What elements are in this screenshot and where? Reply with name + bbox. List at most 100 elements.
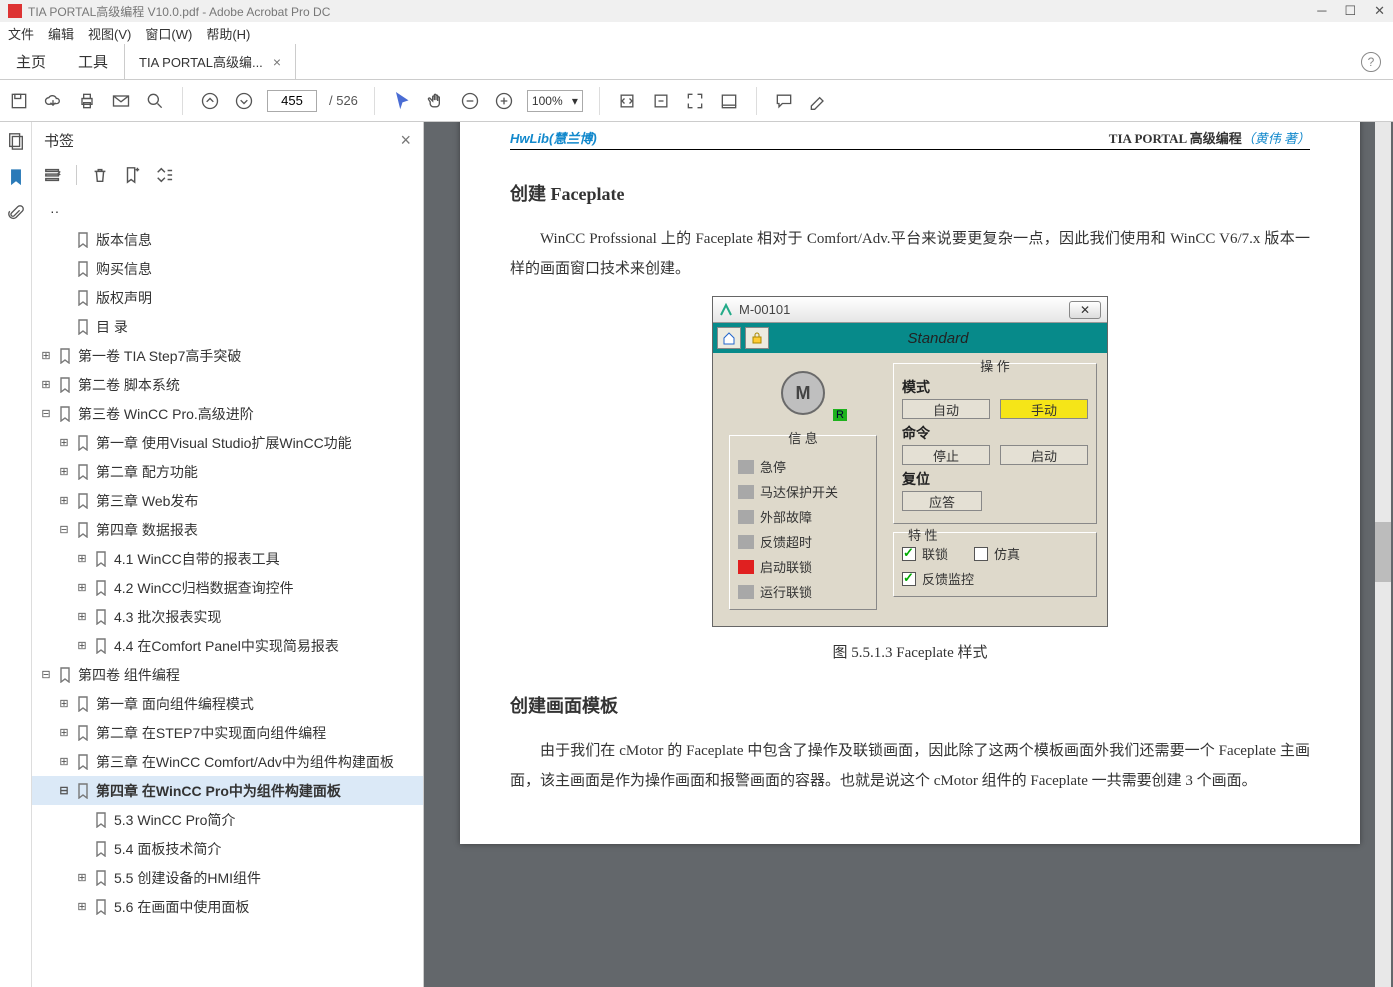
panel-close-icon[interactable]: × (400, 130, 411, 151)
delete-icon[interactable] (91, 166, 109, 184)
attachment-icon[interactable] (7, 204, 25, 222)
read-mode-icon[interactable] (718, 90, 740, 112)
bookmark-item[interactable]: ⊞第一章 面向组件编程模式 (32, 689, 423, 718)
mail-icon[interactable] (110, 90, 132, 112)
expander-icon[interactable]: ⊞ (58, 697, 70, 710)
fit-page-icon[interactable] (650, 90, 672, 112)
run-badge: R (833, 409, 847, 421)
window-titlebar: TIA PORTAL高级编程 V10.0.pdf - Adobe Acrobat… (0, 0, 1393, 22)
page-input[interactable] (267, 90, 317, 112)
zoom-out-icon[interactable] (459, 90, 481, 112)
bookmark-label: 第四章 数据报表 (96, 520, 198, 540)
expander-icon[interactable]: ⊞ (76, 871, 88, 884)
bookmark-item[interactable]: ⊞ 第一章 使用Visual Studio扩展WinCC功能 (32, 428, 423, 457)
minimize-button[interactable]: ─ (1317, 3, 1326, 19)
bookmark-dots[interactable]: ·· (32, 196, 423, 225)
thumbnails-icon[interactable] (7, 132, 25, 150)
document-view[interactable]: HwLib(慧兰博) TIA PORTAL 高级编程（黄伟 著） 创建 Face… (424, 122, 1393, 987)
expander-icon[interactable]: ⊞ (76, 900, 88, 913)
maximize-button[interactable]: ☐ (1344, 3, 1356, 19)
menu-view[interactable]: 视图(V) (88, 24, 131, 43)
page-header-left: HwLib(慧兰博) (510, 128, 597, 147)
fullscreen-icon[interactable] (684, 90, 706, 112)
bookmark-item[interactable]: 目 录 (32, 312, 423, 341)
pdf-page: HwLib(慧兰博) TIA PORTAL 高级编程（黄伟 著） 创建 Face… (460, 122, 1360, 844)
print-icon[interactable] (76, 90, 98, 112)
expander-icon[interactable]: ⊟ (40, 407, 52, 420)
menu-help[interactable]: 帮助(H) (206, 24, 250, 43)
options-icon[interactable] (44, 166, 62, 184)
expander-icon[interactable]: ⊞ (58, 436, 70, 449)
bookmark-label: 第二章 配方功能 (96, 462, 198, 482)
bookmark-item[interactable]: ⊞5.6 在画面中使用面板 (32, 892, 423, 921)
search-icon[interactable] (144, 90, 166, 112)
bookmark-item[interactable]: ⊟第三卷 WinCC Pro.高级进阶 (32, 399, 423, 428)
tab-tools[interactable]: 工具 (62, 44, 124, 79)
bookmark-item[interactable]: ⊟第四卷 组件编程 (32, 660, 423, 689)
expander-icon[interactable]: ⊞ (76, 639, 88, 652)
bookmark-item[interactable]: 购买信息 (32, 254, 423, 283)
expander-icon[interactable]: ⊞ (58, 465, 70, 478)
help-button[interactable]: ? (1361, 52, 1381, 72)
bookmark-item[interactable]: ⊞第一卷 TIA Step7高手突破 (32, 341, 423, 370)
highlight-icon[interactable] (807, 90, 829, 112)
menu-file[interactable]: 文件 (8, 24, 34, 43)
bookmark-label: 4.4 在Comfort Panel中实现简易报表 (114, 636, 339, 656)
expander-icon[interactable]: ⊟ (58, 784, 70, 797)
expand-icon[interactable] (155, 166, 173, 184)
comment-icon[interactable] (773, 90, 795, 112)
bookmark-ribbon-icon (76, 754, 90, 770)
page-down-icon[interactable] (233, 90, 255, 112)
save-icon[interactable] (8, 90, 30, 112)
bookmark-tree[interactable]: ·· 版本信息购买信息版权声明目 录⊞第一卷 TIA Step7高手突破⊞第二卷… (32, 192, 423, 987)
expander-icon[interactable]: ⊞ (58, 726, 70, 739)
bookmark-item[interactable]: ⊞4.1 WinCC自带的报表工具 (32, 544, 423, 573)
expander-icon[interactable]: ⊞ (40, 378, 52, 391)
bookmark-item[interactable]: ⊞4.3 批次报表实现 (32, 602, 423, 631)
hand-icon[interactable] (425, 90, 447, 112)
bookmark-item[interactable]: ⊞第三章 Web发布 (32, 486, 423, 515)
bookmark-item[interactable]: ⊞第二章 在STEP7中实现面向组件编程 (32, 718, 423, 747)
expander-icon[interactable]: ⊞ (40, 349, 52, 362)
expander-icon[interactable]: ⊞ (58, 494, 70, 507)
document-tabbar: 主页 工具 TIA PORTAL高级编... × ? (0, 44, 1393, 80)
bookmark-item[interactable]: ⊟第四章 在WinCC Pro中为组件构建面板 (32, 776, 423, 805)
menu-window[interactable]: 窗口(W) (145, 24, 192, 43)
app-icon (8, 4, 22, 18)
bookmark-label: 第一章 使用Visual Studio扩展WinCC功能 (96, 433, 352, 453)
expander-icon[interactable]: ⊞ (76, 610, 88, 623)
tab-close-icon[interactable]: × (273, 54, 281, 70)
bookmark-item[interactable]: ⊞ 4.4 在Comfort Panel中实现简易报表 (32, 631, 423, 660)
zoom-in-icon[interactable] (493, 90, 515, 112)
start-button: 启动 (1000, 445, 1088, 465)
expander-icon[interactable]: ⊞ (76, 581, 88, 594)
close-button[interactable]: ✕ (1374, 3, 1385, 19)
cloud-icon[interactable] (42, 90, 64, 112)
bookmark-item[interactable]: 5.4 面板技术简介 (32, 834, 423, 863)
pointer-icon[interactable] (391, 90, 413, 112)
bookmark-item[interactable]: ⊞第三章 在WinCC Comfort/Adv中为组件构建面板 (32, 747, 423, 776)
expander-icon[interactable]: ⊞ (76, 552, 88, 565)
menu-edit[interactable]: 编辑 (48, 24, 74, 43)
bookmark-item[interactable]: ⊞ 第二章 配方功能 (32, 457, 423, 486)
bookmark-item[interactable]: ⊞5.5 创建设备的HMI组件 (32, 863, 423, 892)
bookmark-item[interactable]: ⊟ 第四章 数据报表 (32, 515, 423, 544)
bookmark-item[interactable]: 版本信息 (32, 225, 423, 254)
expander-icon[interactable]: ⊟ (40, 668, 52, 681)
expander-icon[interactable]: ⊞ (58, 755, 70, 768)
page-up-icon[interactable] (199, 90, 221, 112)
tab-home[interactable]: 主页 (0, 44, 62, 79)
bookmark-item[interactable]: 版权声明 (32, 283, 423, 312)
tab-document[interactable]: TIA PORTAL高级编... × (124, 44, 296, 79)
bookmark-icon[interactable] (7, 168, 25, 186)
zoom-select[interactable]: 100%▾ (527, 90, 583, 112)
bookmark-item[interactable]: ⊞第二卷 脚本系统 (32, 370, 423, 399)
toolbar: / 526 100%▾ (0, 80, 1393, 122)
bookmark-item[interactable]: 5.3 WinCC Pro简介 (32, 805, 423, 834)
expander-icon[interactable]: ⊟ (58, 523, 70, 536)
scrollbar-thumb[interactable] (1375, 522, 1391, 582)
new-bookmark-icon[interactable] (123, 166, 141, 184)
fit-width-icon[interactable] (616, 90, 638, 112)
bookmark-item[interactable]: ⊞4.2 WinCC归档数据查询控件 (32, 573, 423, 602)
paragraph: WinCC Profssional 上的 Faceplate 相对于 Comfo… (510, 224, 1310, 284)
